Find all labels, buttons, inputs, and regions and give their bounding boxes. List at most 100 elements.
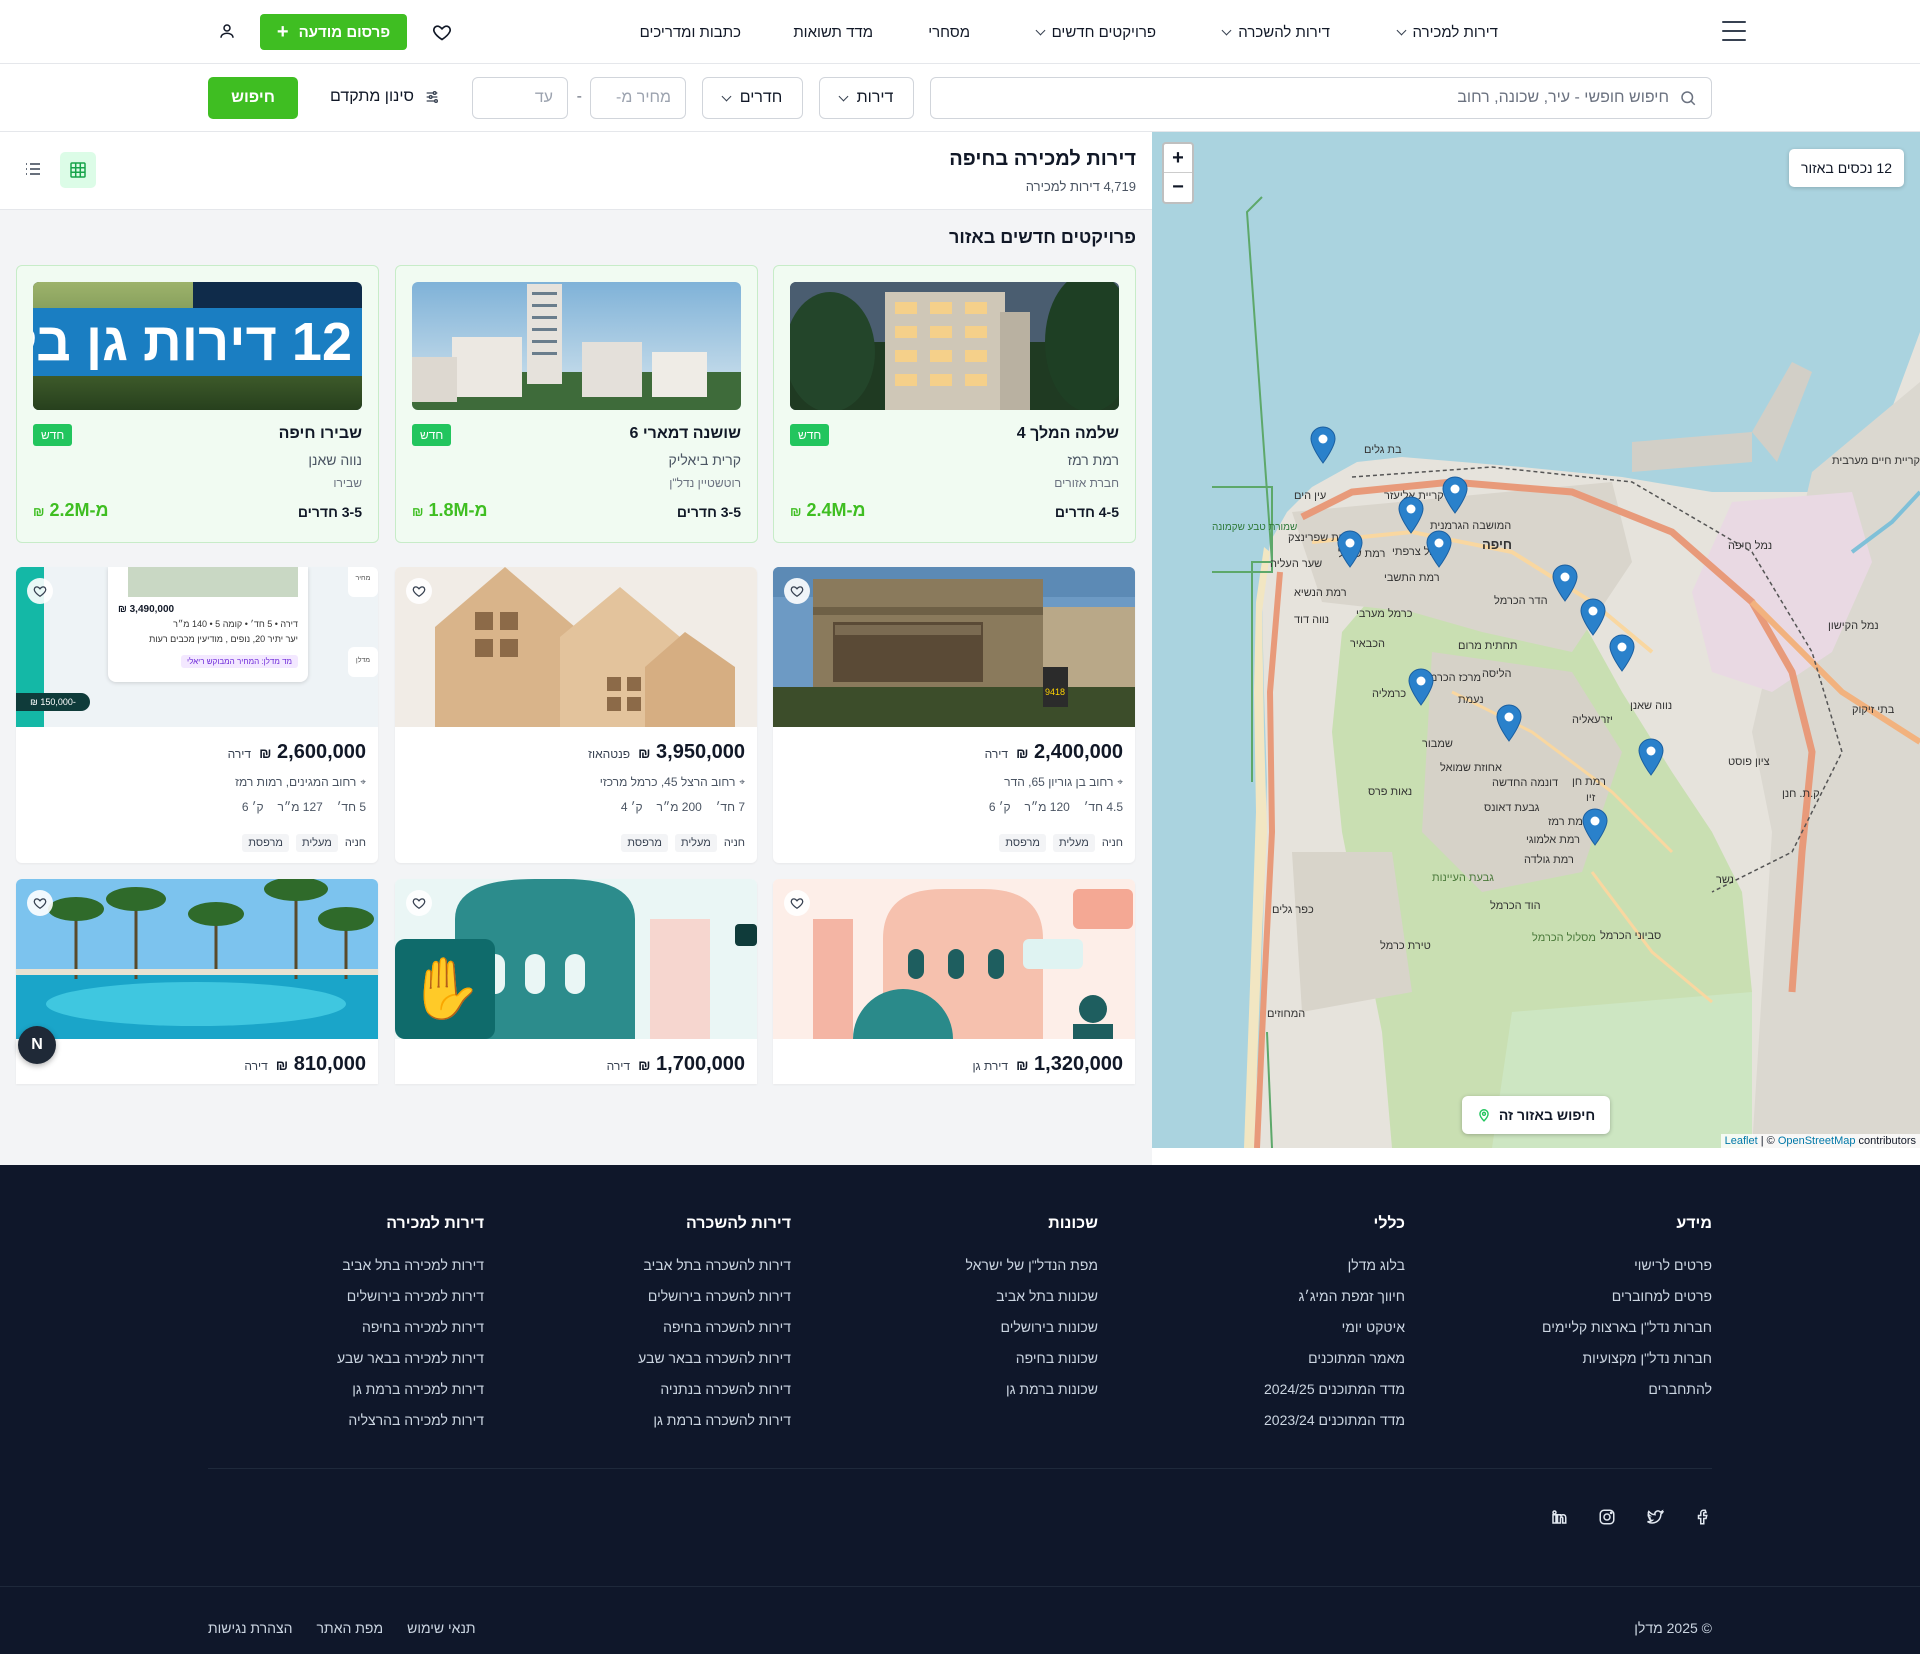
footer-link[interactable]: דירות למכירה בהרצליה	[337, 1412, 484, 1428]
map-marker-icon[interactable]	[1310, 426, 1336, 464]
favorite-button[interactable]	[27, 578, 53, 604]
grid-view-button[interactable]	[60, 152, 96, 188]
advanced-filter-button[interactable]: סינון מתקדם	[330, 88, 440, 106]
nav-new-projects[interactable]: פרויקטים חדשים	[1035, 0, 1156, 64]
footer-link[interactable]: דירות למכירה בירושלים	[337, 1288, 484, 1304]
terms-link[interactable]: תנאי שימוש	[407, 1620, 476, 1636]
nav-rent[interactable]: דירות להשכרה	[1221, 0, 1330, 64]
footer-link[interactable]: להתחברים	[1542, 1381, 1712, 1397]
rooms-select[interactable]: חדרים	[702, 77, 803, 119]
price-min-input[interactable]: מחיר מ-	[590, 77, 686, 119]
footer-link[interactable]: דירות למכירה בתל אביב	[337, 1257, 484, 1273]
chevron-down-icon	[1035, 25, 1046, 35]
footer-link[interactable]: דירות למכירה בחיפה	[337, 1319, 484, 1335]
accessibility-link[interactable]: הצהרת נגישות	[208, 1620, 293, 1636]
footer-link[interactable]: שכונות בירושלים	[965, 1319, 1098, 1335]
footer-link[interactable]: פרטים למחוברים	[1542, 1288, 1712, 1304]
footer-link[interactable]: דירות למכירה ברמת גן	[337, 1381, 484, 1397]
listing-card[interactable]: ✋ 1,700,000 ₪ דירה	[395, 879, 757, 1084]
favorite-button[interactable]	[406, 890, 432, 916]
heart-icon[interactable]	[432, 22, 452, 42]
leaflet-link[interactable]: Leaflet	[1725, 1135, 1758, 1147]
footer-link[interactable]: דירות להשכרה בנתניה	[638, 1381, 791, 1397]
footer-link[interactable]: מאמר המתוכנים	[1264, 1350, 1405, 1366]
listing-card[interactable]: 3,490,000 ₪ דירה • 5 חד׳ • קומה 5 • 140 …	[16, 567, 378, 863]
user-icon[interactable]	[216, 22, 236, 42]
footer-link[interactable]: דירות להשכרה בחיפה	[638, 1319, 791, 1335]
hamburger-icon[interactable]	[1722, 21, 1746, 41]
osm-link[interactable]: OpenStreetMap	[1778, 1135, 1856, 1147]
footer-link[interactable]: דירות להשכרה בירושלים	[638, 1288, 791, 1304]
map-marker-icon[interactable]	[1398, 496, 1424, 534]
footer-link[interactable]: בלוג מדלן	[1264, 1257, 1405, 1273]
listing-card[interactable]: 1,320,000 ₪ דירת גן	[773, 879, 1135, 1084]
footer-link[interactable]: חיווך זמפת המיג׳ג	[1264, 1288, 1405, 1304]
zoom-out-button[interactable]: −	[1164, 173, 1192, 202]
footer-link[interactable]: מדד המתוכנים 2024/25	[1264, 1381, 1405, 1397]
map-panel[interactable]: בת גלים עין הים קריית אליעזר המושבה הגרמ…	[1152, 132, 1920, 1148]
footer-link[interactable]: חברות נדל"ן בארצות קליימים	[1542, 1319, 1712, 1335]
zoom-in-button[interactable]: +	[1164, 144, 1192, 173]
map-marker-icon[interactable]	[1580, 598, 1606, 636]
nav-sale[interactable]: דירות למכירה	[1396, 0, 1498, 64]
search-submit-button[interactable]: חיפוש	[208, 77, 298, 119]
map-marker-icon[interactable]	[1426, 530, 1452, 568]
project-card[interactable]: שושנה דמארי 6 חדש קרית ביאליק רוטשטיין נ…	[395, 265, 758, 543]
facebook-icon[interactable]	[1694, 1508, 1712, 1526]
map-marker-icon[interactable]	[1408, 668, 1434, 706]
post-ad-button[interactable]: פרסום מודעה +	[260, 14, 407, 50]
instagram-icon[interactable]	[1598, 1508, 1616, 1526]
search-this-area-button[interactable]: חיפוש באזור זה	[1462, 1096, 1610, 1134]
nav-articles[interactable]: כתבות ומדריכים	[640, 0, 741, 64]
favorite-button[interactable]	[784, 890, 810, 916]
ad-banner-image: 3,490,000 ₪ דירה • 5 חד׳ • קומה 5 • 140 …	[16, 567, 378, 727]
nav-yield-index[interactable]: מדד תשואות	[793, 0, 873, 64]
footer-link[interactable]: דירות למכירה בבאר שבע	[337, 1350, 484, 1366]
map-marker-icon[interactable]	[1552, 564, 1578, 602]
size-spec: 127 מ״ר	[277, 800, 323, 814]
project-price: מ-2.4M ₪	[790, 500, 866, 520]
footer-link[interactable]: מפת הנדל"ן של ישראל	[965, 1257, 1098, 1273]
project-card[interactable]: 12 דירות גן בלבד שבירו חיפה חדש נווה שאנ…	[16, 265, 379, 543]
favorite-button[interactable]	[784, 578, 810, 604]
twitter-icon[interactable]	[1646, 1508, 1664, 1526]
search-input[interactable]: חיפוש חופשי - עיר, שכונה, רחוב	[930, 77, 1712, 119]
listing-card[interactable]: 810,000 ₪ דירה	[16, 879, 378, 1084]
map-label: הליסה	[1482, 668, 1512, 680]
map-marker-icon[interactable]	[1582, 808, 1608, 846]
footer-link[interactable]: שכונות בתל אביב	[965, 1288, 1098, 1304]
map-label: טירת כרמל	[1380, 940, 1431, 952]
sitemap-link[interactable]: מפת האתר	[317, 1620, 384, 1636]
linkedin-icon[interactable]	[1550, 1508, 1568, 1526]
nav-commercial[interactable]: מסחרי	[928, 0, 970, 64]
footer-link[interactable]: שכונות בחיפה	[965, 1350, 1098, 1366]
listing-card[interactable]: 3,950,000 ₪ פנטהאוז ⌖ רחוב הרצל 45, כרמל מ…	[395, 567, 757, 863]
footer-link[interactable]: מדד המתוכנים 2023/24	[1264, 1412, 1405, 1428]
list-view-button[interactable]	[22, 160, 42, 180]
footer-link[interactable]: שכונות ברמת גן	[965, 1381, 1098, 1397]
map-marker-icon[interactable]	[1638, 738, 1664, 776]
map-label: רמת גולדה	[1524, 854, 1574, 866]
listing-price: 2,600,000 ₪	[259, 741, 366, 763]
footer-link[interactable]: פרטים לרישוי	[1542, 1257, 1712, 1273]
footer-link[interactable]: דירות להשכרה בתל אביב	[638, 1257, 791, 1273]
favorite-button[interactable]	[406, 578, 432, 604]
project-card[interactable]: שלמה המלך 4 חדש רמת רמז חברת אזורים 4-5 …	[773, 265, 1136, 543]
map-marker-icon[interactable]	[1609, 634, 1635, 672]
favorite-button[interactable]	[27, 890, 53, 916]
floating-help-button[interactable]: N	[18, 1026, 56, 1064]
footer-link[interactable]: דירות להשכרה בבאר שבע	[638, 1350, 791, 1366]
listing-price: 3,950,000 ₪	[638, 741, 745, 763]
map-label: הוד הכרמל	[1490, 900, 1541, 912]
price-max-input[interactable]: עד	[472, 77, 568, 119]
new-badge: חדש	[33, 424, 73, 446]
footer-link[interactable]: איטקט יומי	[1264, 1319, 1405, 1335]
map-marker-icon[interactable]	[1442, 476, 1468, 514]
map-marker-icon[interactable]	[1337, 530, 1363, 568]
map-marker-icon[interactable]	[1496, 704, 1522, 742]
footer-link[interactable]: דירות להשכרה ברמת גן	[638, 1412, 791, 1428]
footer-link[interactable]: חברות נדל"ן מקצועיות	[1542, 1350, 1713, 1366]
property-type-select[interactable]: דירות	[819, 77, 914, 119]
project-rooms: 4-5 חדרים	[1054, 504, 1119, 520]
listing-card[interactable]: 9418 2,400,000 ₪ דירה ⌖ רחוב בן גוריון 65,…	[773, 567, 1135, 863]
